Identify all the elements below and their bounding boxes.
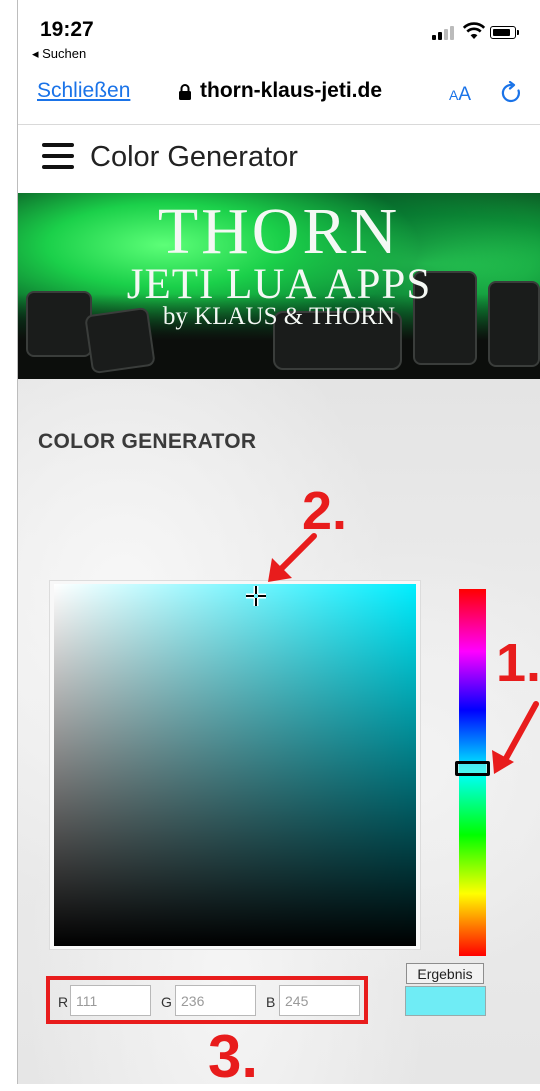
g-label: G [161, 994, 172, 1010]
battery-icon [490, 26, 519, 39]
menu-icon[interactable] [42, 143, 74, 171]
site-title: Color Generator [90, 141, 298, 173]
b-label: B [266, 994, 276, 1010]
result-swatch [405, 986, 486, 1016]
url-address[interactable]: thorn-klaus-jeti.de [200, 79, 382, 103]
close-button[interactable]: Schließen [37, 79, 130, 103]
banner-image: THORN JETI LUA APPS by KLAUS & THORN [18, 193, 540, 379]
banner-title: THORN [157, 195, 401, 268]
text-size-large: A [458, 84, 472, 105]
lock-icon [179, 84, 191, 100]
status-time: 19:27 [40, 18, 94, 41]
browser-divider [18, 124, 540, 125]
r-input[interactable] [70, 985, 151, 1016]
annotation-arrow-1 [492, 701, 539, 774]
banner-byline: by KLAUS & THORN [162, 303, 396, 330]
b-input[interactable] [279, 985, 360, 1016]
section-title: COLOR GENERATOR [38, 430, 257, 453]
g-input[interactable] [175, 985, 256, 1016]
annotation-arrow-2 [268, 533, 317, 582]
hue-slider-handle[interactable] [455, 761, 490, 776]
text-size-small: A [449, 87, 459, 103]
wifi-icon [462, 22, 486, 39]
result-label: Ergebnis [406, 963, 484, 984]
reload-icon[interactable] [499, 81, 523, 105]
banner-subtitle: JETI LUA APPS [126, 261, 432, 308]
signal-icon [432, 26, 458, 40]
text-size-button[interactable]: AA [449, 84, 471, 106]
back-to-search[interactable]: ◂ Suchen [32, 46, 86, 62]
annotation-3: 3. [208, 1023, 259, 1090]
saturation-value-picker[interactable] [54, 584, 416, 946]
annotation-1: 1. [496, 633, 540, 693]
r-label: R [58, 994, 69, 1010]
